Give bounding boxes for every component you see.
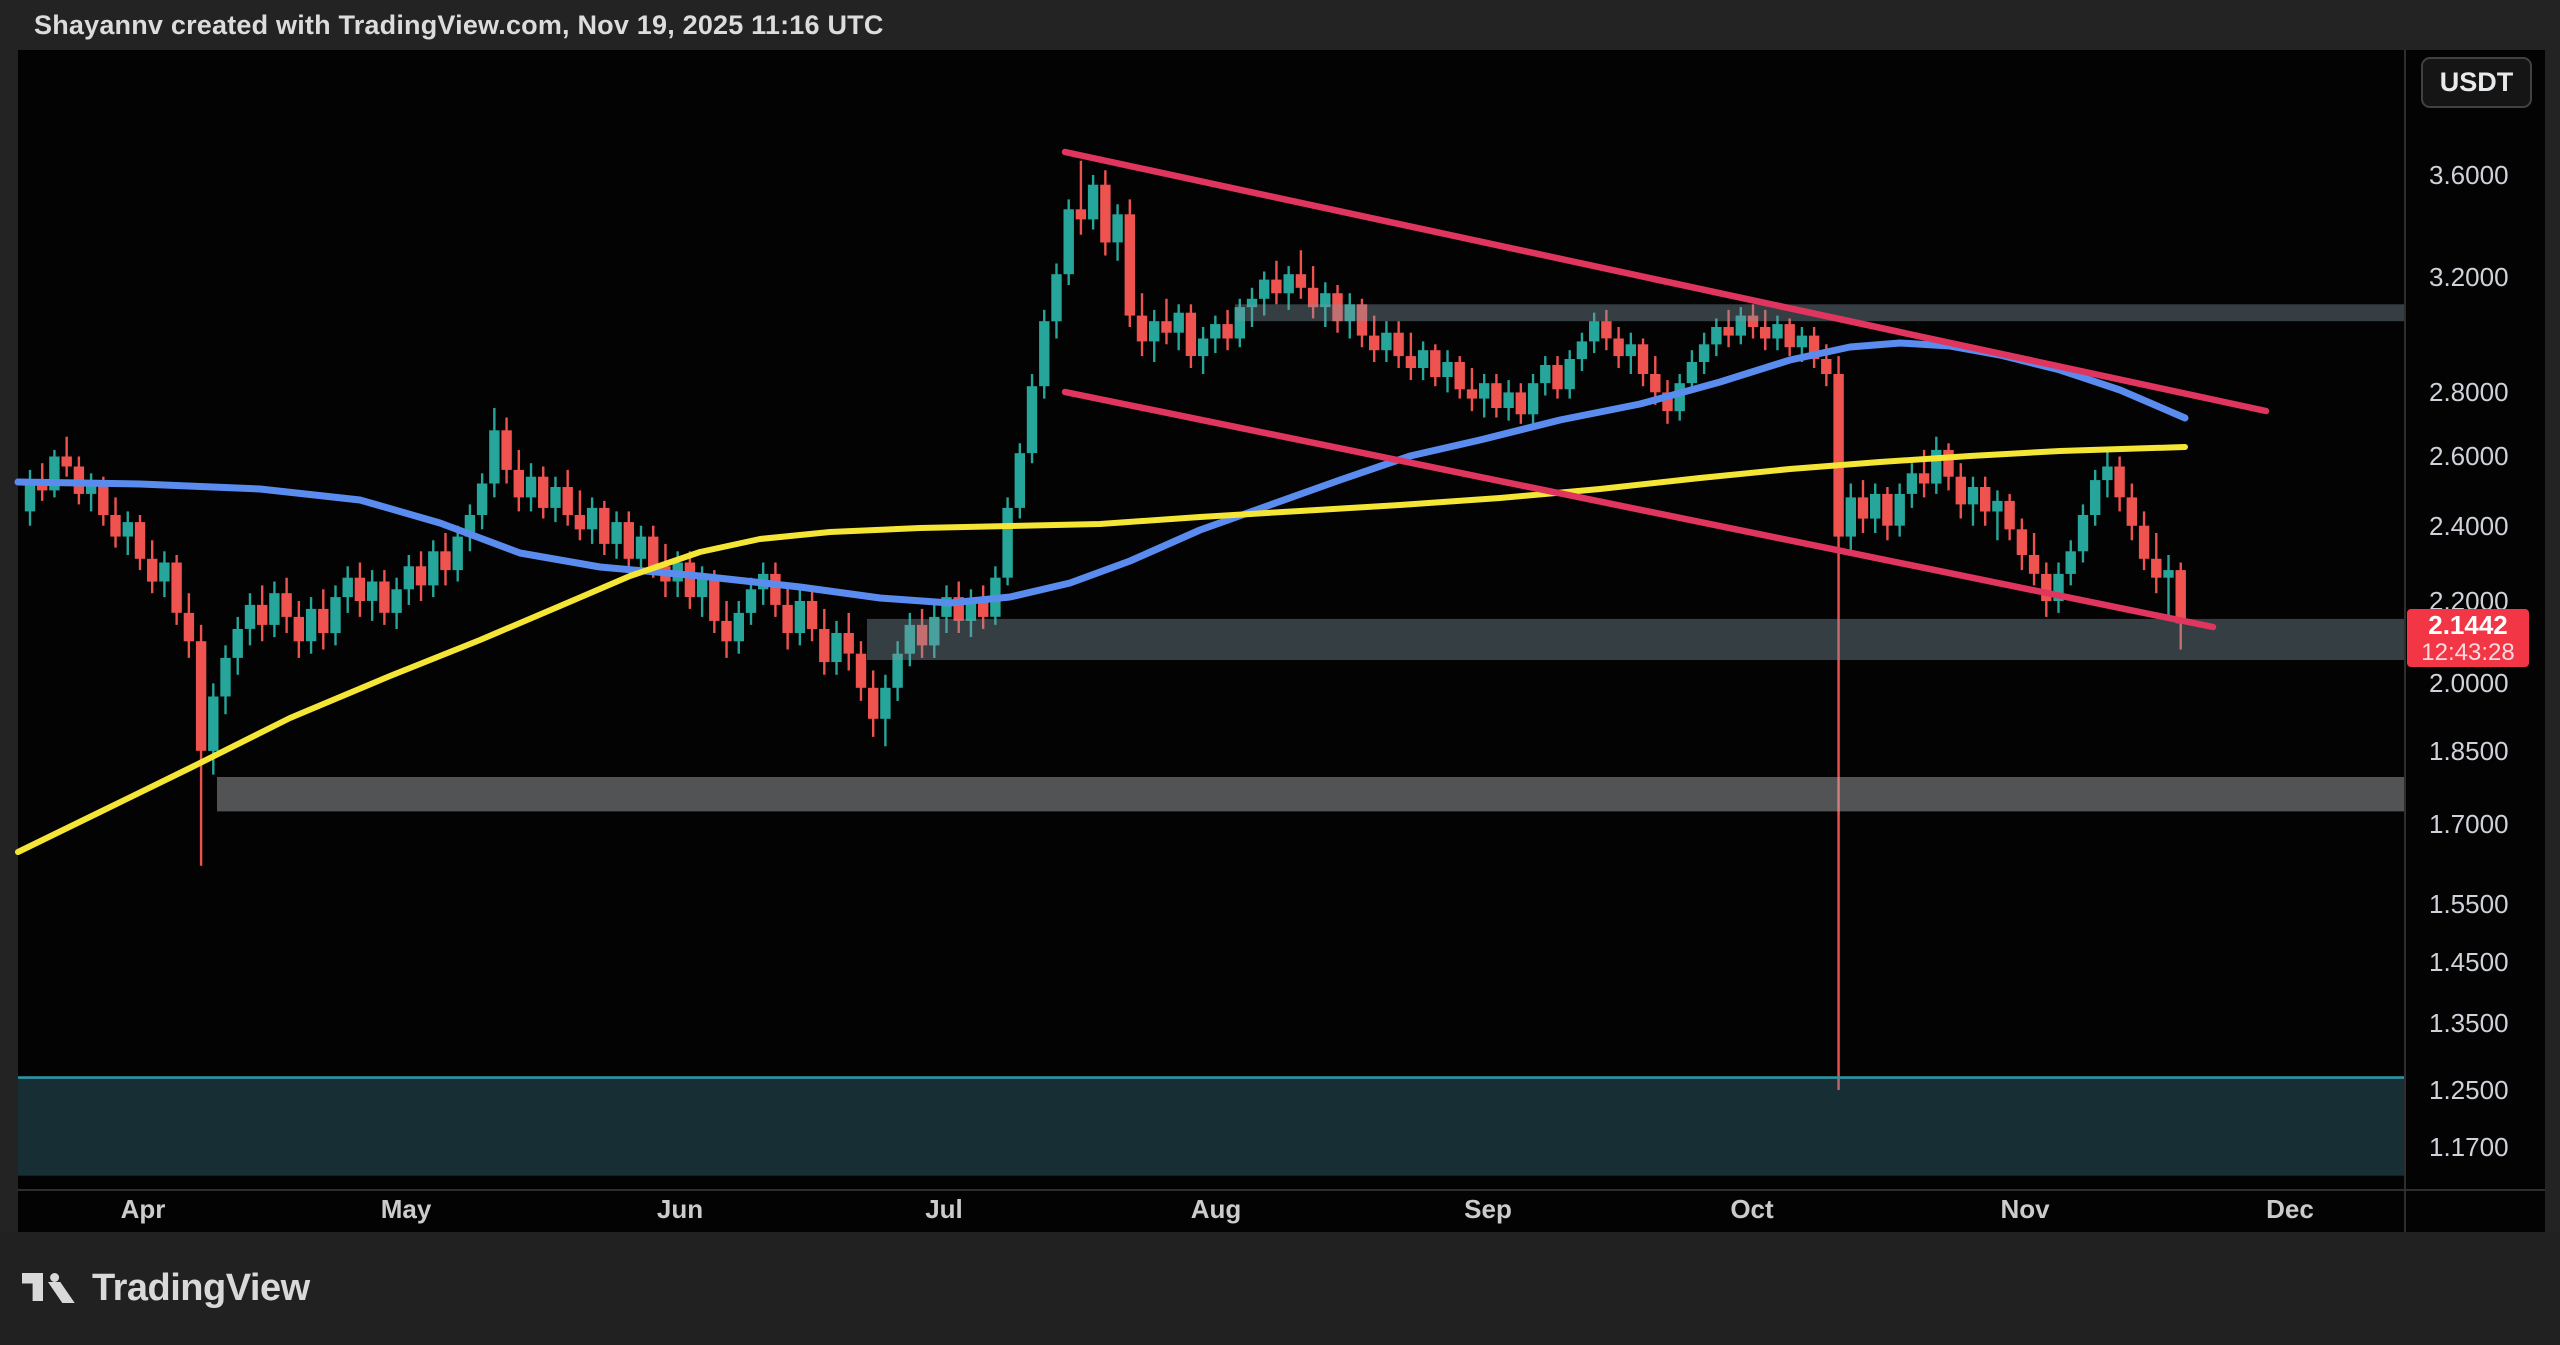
candle-countdown: 12:43:28	[2421, 640, 2514, 666]
tradingview-screenshot: Shayannv created with TradingView.com, N…	[0, 0, 2560, 1345]
footer-bar: TradingView	[0, 1232, 2560, 1345]
quote-currency-button[interactable]: USDT	[2421, 57, 2532, 108]
quote-currency-label: USDT	[2440, 67, 2514, 98]
last-price-axis-label: 2.1442 12:43:28	[2407, 609, 2529, 667]
tradingview-logo-text: TradingView	[92, 1267, 310, 1310]
trendline-upper-channel	[1065, 152, 2266, 411]
trendline-lower-channel	[1065, 392, 2213, 627]
zone-support-mid	[867, 619, 2405, 660]
tradingview-logo[interactable]: TradingView	[22, 1267, 310, 1310]
tradingview-logo-icon	[22, 1273, 75, 1304]
ma-fast-line	[18, 343, 2185, 603]
chart-canvas[interactable]	[0, 0, 2560, 1345]
teal-zone	[18, 1078, 2405, 1176]
attribution-bar: Shayannv created with TradingView.com, N…	[0, 0, 2560, 50]
zone-support-low	[217, 777, 2405, 811]
attribution-text: Shayannv created with TradingView.com, N…	[34, 10, 884, 41]
last-price-value: 2.1442	[2428, 611, 2508, 640]
